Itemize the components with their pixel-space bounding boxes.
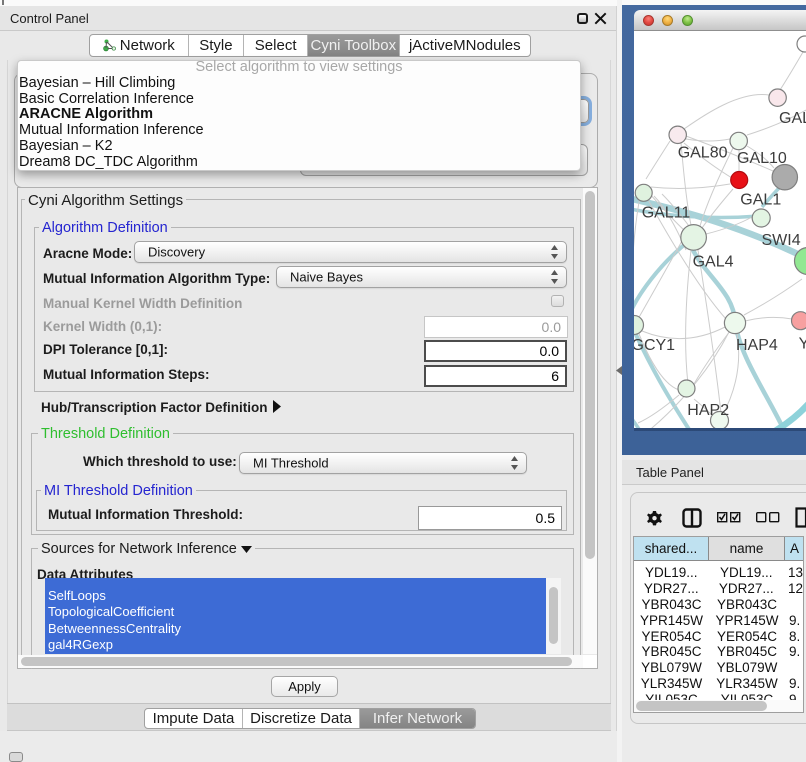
svg-text:Y: Y	[799, 336, 806, 353]
svg-text:HAP4: HAP4	[736, 337, 778, 354]
svg-text:GAL1: GAL1	[740, 192, 781, 209]
svg-text:GCY1: GCY1	[634, 337, 675, 354]
svg-text:GAL80: GAL80	[678, 145, 728, 162]
svg-text:GAL10: GAL10	[737, 150, 787, 167]
svg-text:SWI4: SWI4	[762, 232, 801, 249]
svg-text:HAP2: HAP2	[687, 402, 729, 419]
svg-text:GAL11: GAL11	[642, 205, 691, 222]
svg-text:GAL4: GAL4	[693, 254, 734, 271]
svg-text:GAL: GAL	[779, 110, 806, 127]
